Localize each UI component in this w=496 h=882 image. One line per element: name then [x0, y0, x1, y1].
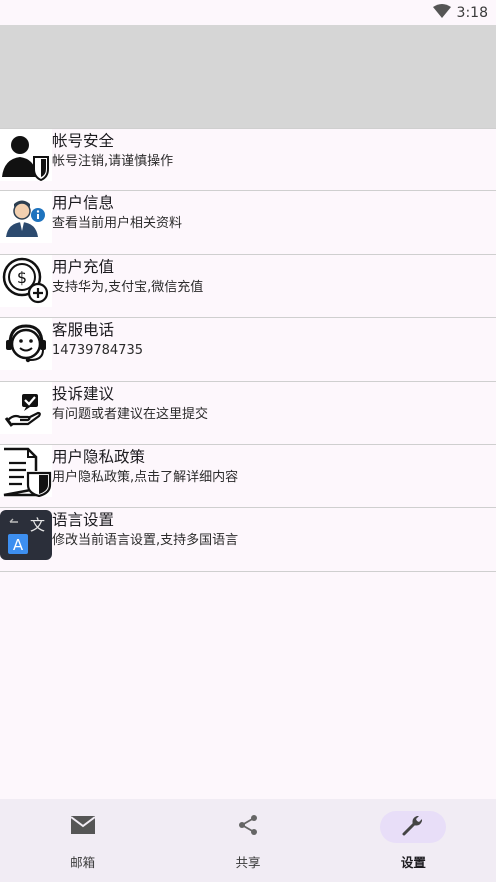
nav-share[interactable]: 共享 [165, 799, 330, 882]
item-subtitle: 有问题或者建议在这里提交 [52, 406, 209, 422]
item-title: 用户充值 [52, 257, 115, 276]
settings-item-customer-service[interactable]: 客服电话 14739784735 [0, 318, 496, 382]
svg-text:$: $ [17, 268, 27, 287]
nav-mail-label: 邮箱 [70, 855, 96, 870]
clock: 3:18 [456, 4, 488, 21]
nav-mail[interactable]: 邮箱 [0, 799, 165, 882]
settings-item-privacy-policy[interactable]: 用户隐私政策 用户隐私政策,点击了解详细内容 [0, 444, 496, 509]
bottom-navigation: 邮箱 共享 设置 [0, 799, 496, 882]
settings-item-account-security[interactable]: 帐号安全 帐号注销,请谨慎操作 [0, 128, 496, 192]
item-subtitle: 修改当前语言设置,支持多国语言 [52, 533, 239, 549]
settings-item-recharge[interactable]: $ 用户充值 支持华为,支付宝,微信充值 [0, 254, 496, 319]
privacy-policy-icon [0, 444, 52, 497]
nav-settings[interactable]: 设置 [331, 799, 496, 882]
user-info-icon [0, 191, 52, 244]
nav-share-label: 共享 [235, 855, 261, 870]
item-subtitle: 14739784735 [52, 343, 143, 359]
item-title: 客服电话 [52, 321, 115, 340]
item-title: 语言设置 [52, 511, 115, 530]
item-title: 用户隐私政策 [52, 447, 146, 466]
account-security-icon [0, 129, 52, 181]
language-icon: 文 A [0, 508, 52, 561]
wifi-icon [432, 3, 451, 22]
recharge-icon: $ [0, 254, 52, 307]
banner-area [0, 25, 496, 128]
customer-service-icon [0, 318, 52, 371]
nav-settings-pill [380, 811, 447, 843]
settings-list: 帐号安全 帐号注销,请谨慎操作 用户信息 查看当前用户相关资料 $ 用户充值 支… [0, 128, 496, 572]
nav-settings-label: 设置 [400, 855, 426, 870]
mail-icon [70, 815, 96, 839]
settings-item-language[interactable]: 文 A 语言设置 修改当前语言设置,支持多国语言 [0, 508, 496, 572]
status-bar: 3:18 [0, 0, 496, 25]
item-subtitle: 支持华为,支付宝,微信充值 [52, 279, 204, 295]
wrench-icon [401, 813, 425, 841]
settings-item-feedback[interactable]: 投诉建议 有问题或者建议在这里提交 [0, 381, 496, 445]
item-subtitle: 查看当前用户相关资料 [52, 216, 183, 232]
nav-mail-pill [50, 811, 116, 843]
feedback-icon [0, 381, 52, 434]
item-title: 帐号安全 [52, 132, 115, 150]
status-icons: 3:18 [432, 0, 488, 25]
svg-text:A: A [13, 536, 24, 554]
settings-item-user-info[interactable]: 用户信息 查看当前用户相关资料 [0, 191, 496, 255]
share-icon [237, 814, 259, 840]
item-subtitle: 用户隐私政策,点击了解详细内容 [52, 469, 239, 485]
nav-share-pill [215, 811, 281, 843]
item-title: 投诉建议 [52, 384, 115, 403]
item-title: 用户信息 [52, 194, 115, 213]
item-subtitle: 帐号注销,请谨慎操作 [52, 154, 174, 169]
svg-text:文: 文 [30, 516, 45, 534]
